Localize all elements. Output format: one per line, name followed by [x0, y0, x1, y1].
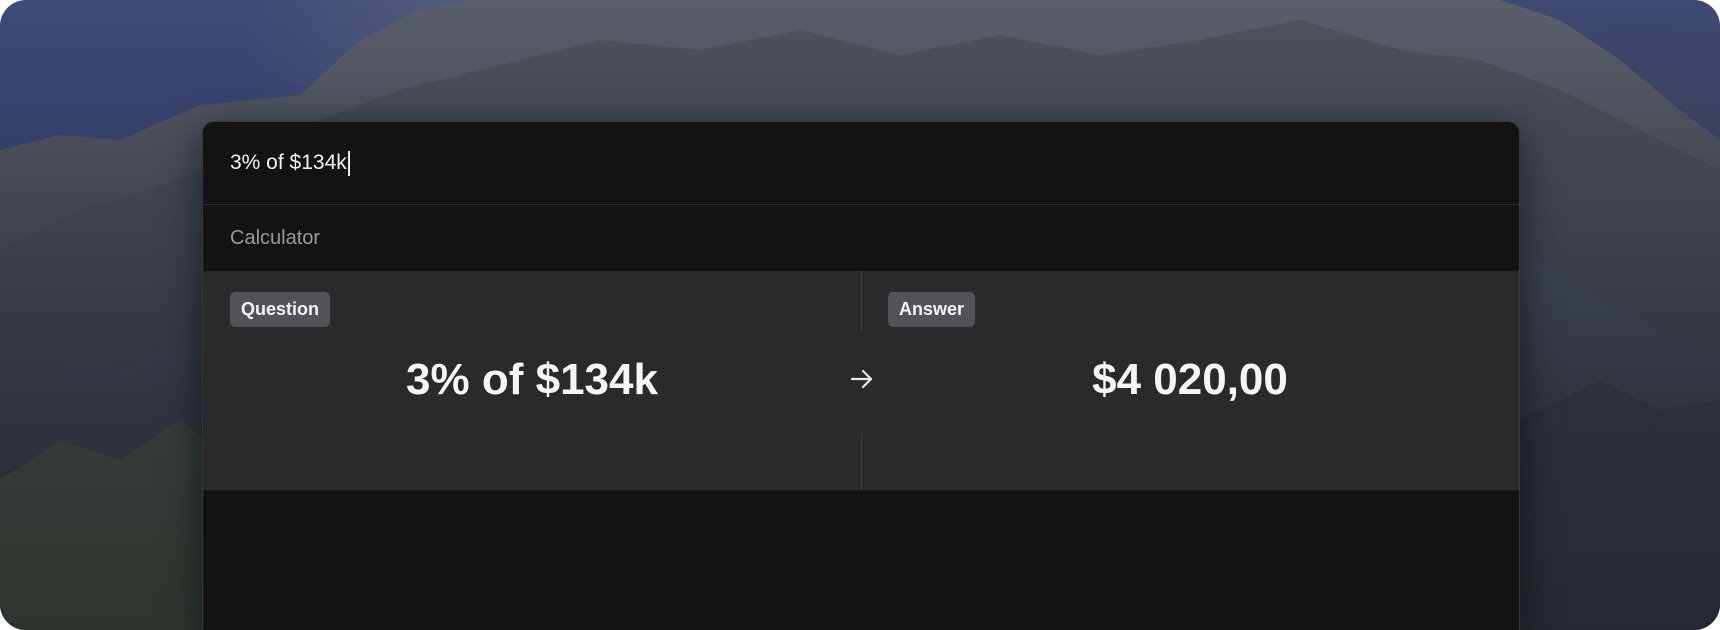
divider-bottom	[861, 433, 862, 490]
calculator-result[interactable]: Question 3% of $134k Answer $4 020,00	[203, 271, 1519, 490]
text-caret	[347, 150, 350, 176]
answer-value[interactable]: $4 020,00	[861, 355, 1519, 405]
launcher-panel: 3% of $134k Calculator Question 3% of $1…	[202, 121, 1520, 630]
question-badge: Question	[230, 292, 331, 327]
search-input[interactable]: 3% of $134k	[230, 150, 350, 176]
search-bar[interactable]: 3% of $134k	[203, 122, 1519, 205]
arrow-right-icon	[850, 369, 873, 389]
search-query-text: 3% of $134k	[230, 151, 347, 174]
question-pane: Question 3% of $134k	[203, 271, 861, 490]
answer-badge: Answer	[888, 292, 976, 327]
divider-top	[861, 271, 862, 331]
desktop-wallpaper: 3% of $134k Calculator Question 3% of $1…	[0, 0, 1720, 630]
section-title: Calculator	[230, 226, 321, 249]
question-value: 3% of $134k	[406, 355, 658, 404]
answer-pane[interactable]: Answer $4 020,00	[861, 271, 1519, 490]
